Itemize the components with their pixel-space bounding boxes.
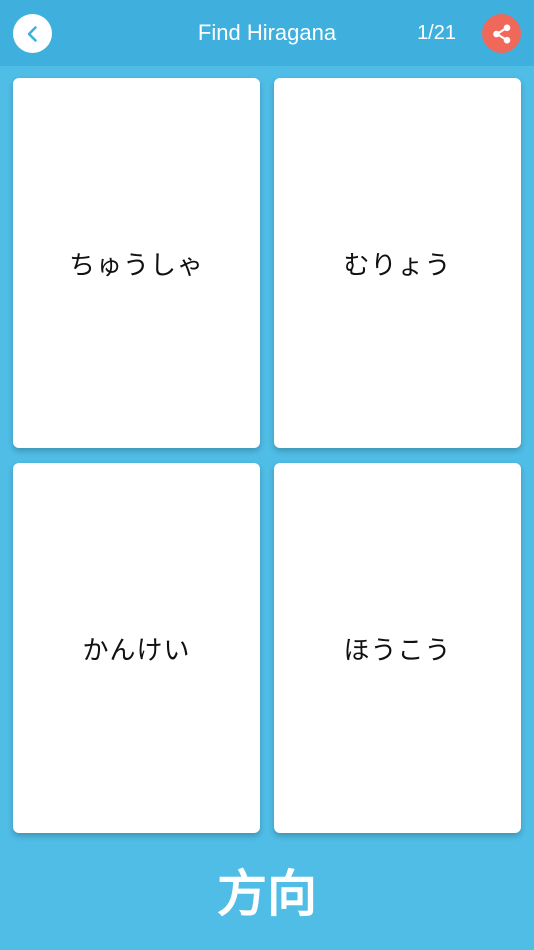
answer-card[interactable]: むりょう [274, 78, 521, 448]
answer-card[interactable]: ほうこう [274, 463, 521, 833]
answer-card[interactable]: ちゅうしゃ [13, 78, 260, 448]
share-icon [492, 24, 510, 43]
progress-counter: 1/21 [417, 22, 456, 44]
header-bar: Find Hiragana 1/21 [0, 0, 534, 66]
chevron-left-icon [27, 25, 37, 42]
answer-card-label: かんけい [82, 635, 191, 666]
answer-card[interactable]: かんけい [13, 463, 260, 833]
share-button[interactable] [482, 14, 521, 53]
question-kanji: 方向 [217, 865, 317, 923]
answer-card-label: ちゅうしゃ [68, 250, 204, 281]
back-button[interactable] [13, 14, 52, 53]
answer-card-label: ほうこう [343, 635, 452, 666]
answer-card-label: むりょう [343, 250, 452, 281]
